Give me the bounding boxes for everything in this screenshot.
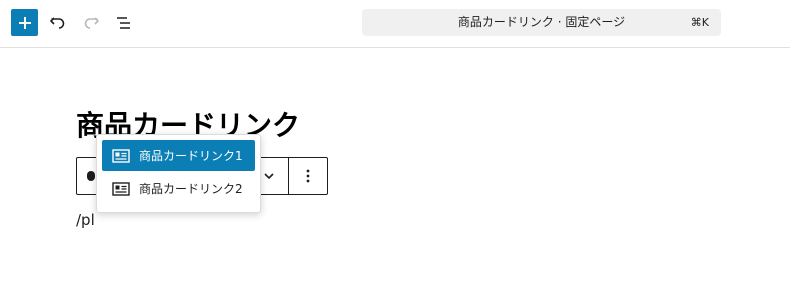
card-block-icon: [112, 181, 130, 196]
drag-handle-icon[interactable]: [87, 171, 95, 181]
list-view-icon: [116, 16, 130, 29]
redo-button[interactable]: [77, 9, 104, 36]
editor-header: 商品カードリンク · 固定ページ ⌘K: [0, 0, 790, 48]
paragraph-block[interactable]: /pl: [76, 209, 95, 231]
toolbar-divider: [288, 158, 289, 194]
undo-icon: [49, 16, 64, 29]
autocomplete-option-2[interactable]: 商品カードリンク2: [102, 173, 255, 204]
more-vertical-icon: [306, 169, 310, 183]
autocomplete-option-label: 商品カードリンク2: [139, 182, 243, 196]
redo-icon: [84, 16, 99, 29]
autocomplete-option-1[interactable]: 商品カードリンク1: [102, 140, 255, 171]
autocomplete-option-label: 商品カードリンク1: [139, 149, 243, 163]
chevron-down-icon: [264, 173, 274, 180]
plus-icon: [18, 16, 31, 29]
document-title: 商品カードリンク · 固定ページ: [457, 15, 626, 29]
shortcut-label: ⌘K: [690, 16, 709, 29]
card-block-icon: [112, 148, 130, 163]
block-autocomplete-popover: 商品カードリンク1 商品カードリンク2: [96, 134, 261, 213]
more-options-button[interactable]: [298, 166, 318, 186]
add-block-button[interactable]: [11, 9, 38, 36]
command-palette-bar[interactable]: 商品カードリンク · 固定ページ ⌘K: [362, 9, 721, 36]
undo-button[interactable]: [44, 9, 71, 36]
block-options-toggle[interactable]: [259, 166, 279, 186]
document-overview-button[interactable]: [110, 9, 137, 36]
